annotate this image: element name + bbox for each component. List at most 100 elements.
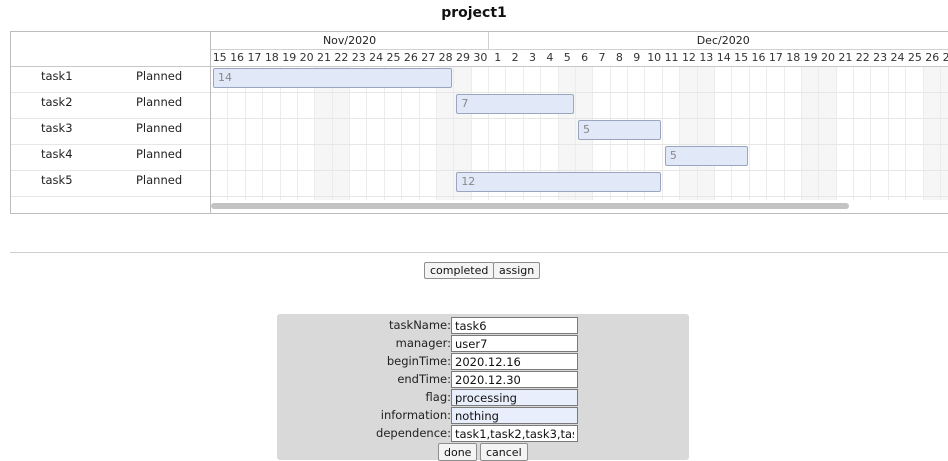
task-name: task1: [41, 69, 73, 83]
day-column: [750, 66, 768, 200]
day-label: 17: [768, 51, 783, 64]
day-label: 17: [247, 51, 262, 64]
form-row: information:: [277, 407, 689, 425]
field-label: taskName:: [388, 318, 451, 332]
form-row: beginTime:: [277, 353, 689, 371]
task-list-panel: task1 Planned task2 Planned task3 Planned task…: [11, 32, 211, 213]
task-name: task5: [41, 173, 73, 187]
task-row[interactable]: task4 Planned: [11, 144, 210, 171]
task-form: taskName: manager: beginTime: endTime: flag:…: [277, 314, 689, 461]
gantt-chart: task1 Planned task2 Planned task3 Planned task…: [10, 31, 948, 214]
day-label: 16: [751, 51, 766, 64]
completed-button[interactable]: completed: [424, 262, 495, 279]
day-label: 20: [299, 51, 314, 64]
day-label: 24: [890, 51, 905, 64]
day-column: [940, 66, 948, 200]
task-bar[interactable]: 7: [456, 94, 574, 114]
day-column: [732, 66, 750, 200]
day-label: 20: [820, 51, 835, 64]
day-label: 19: [803, 51, 818, 64]
day-label: 18: [264, 51, 279, 64]
day-label: 27: [421, 51, 436, 64]
day-label: 14: [716, 51, 731, 64]
task-name: task2: [41, 95, 73, 109]
field-input[interactable]: [451, 425, 578, 442]
header-line: [211, 66, 948, 67]
day-label: 22: [855, 51, 870, 64]
day-label: 29: [456, 51, 470, 64]
day-label: 26: [925, 51, 940, 64]
month-header: Nov/2020: [211, 32, 490, 50]
form-row: dependence:: [277, 425, 689, 443]
task-status: Planned: [136, 69, 183, 83]
task-row[interactable]: task2 Planned: [11, 92, 210, 119]
row-line: [211, 118, 948, 119]
day-label: 26: [403, 51, 418, 64]
day-label: 4: [546, 51, 554, 64]
day-label: 1: [494, 51, 502, 64]
day-column: [663, 66, 681, 200]
day-label: 5: [563, 51, 571, 64]
assign-button[interactable]: assign: [493, 262, 541, 279]
field-label: dependence:: [376, 426, 451, 440]
field-label: manager:: [395, 336, 451, 350]
day-label: 23: [351, 51, 366, 64]
day-column: [715, 66, 733, 200]
task-bar[interactable]: 14: [213, 68, 453, 88]
day-column: [697, 66, 715, 200]
field-input[interactable]: [451, 353, 578, 370]
task-bar[interactable]: 5: [577, 120, 661, 140]
day-column: [889, 66, 907, 200]
day-label: 2: [511, 51, 519, 64]
day-label: 8: [615, 51, 623, 64]
form-row: flag:: [277, 389, 689, 407]
task-status: Planned: [136, 121, 183, 135]
day-column: [923, 66, 941, 200]
form-row: taskName:: [277, 317, 689, 335]
done-button[interactable]: done: [438, 443, 478, 461]
month-header: Dec/2020: [489, 32, 948, 50]
field-label: information:: [380, 408, 451, 422]
row-line: [211, 170, 948, 171]
field-input[interactable]: [451, 335, 578, 352]
cancel-button[interactable]: cancel: [480, 443, 528, 461]
task-list-header: [11, 32, 210, 67]
field-input[interactable]: [451, 407, 578, 424]
day-label: 15: [734, 51, 749, 64]
day-label: 19: [282, 51, 297, 64]
task-row[interactable]: task3 Planned: [11, 118, 210, 145]
day-label: 16: [230, 51, 245, 64]
day-label: 21: [838, 51, 853, 64]
section-divider: [10, 252, 948, 253]
form-row: manager:: [277, 335, 689, 353]
day-label: 18: [786, 51, 801, 64]
task-row[interactable]: task1 Planned: [11, 66, 210, 93]
task-status: Planned: [136, 95, 183, 109]
day-label: 28: [438, 51, 453, 64]
day-column: [906, 66, 924, 200]
field-input[interactable]: [451, 371, 578, 388]
form-row: endTime:: [277, 371, 689, 389]
day-label: 25: [386, 51, 401, 64]
day-label: 27: [941, 50, 948, 66]
day-label: 22: [334, 51, 349, 64]
field-input[interactable]: [451, 317, 578, 334]
field-input[interactable]: [451, 389, 578, 406]
field-label: beginTime:: [386, 354, 451, 368]
task-bar[interactable]: 12: [456, 172, 661, 192]
horizontal-scrollbar[interactable]: [211, 203, 849, 209]
day-label: 13: [699, 51, 714, 64]
task-name: task3: [41, 121, 73, 135]
day-label: 30: [473, 51, 488, 64]
task-row[interactable]: task5 Planned: [11, 170, 210, 197]
day-label: 24: [369, 51, 384, 64]
task-bar[interactable]: 5: [664, 146, 748, 166]
field-label: endTime:: [397, 372, 451, 386]
task-status: Planned: [136, 173, 183, 187]
field-label: flag:: [425, 390, 451, 404]
row-line: [211, 144, 948, 145]
day-label: 12: [681, 51, 696, 64]
day-label: 3: [529, 51, 537, 64]
row-line: [211, 196, 948, 197]
task-name: task4: [41, 147, 73, 161]
